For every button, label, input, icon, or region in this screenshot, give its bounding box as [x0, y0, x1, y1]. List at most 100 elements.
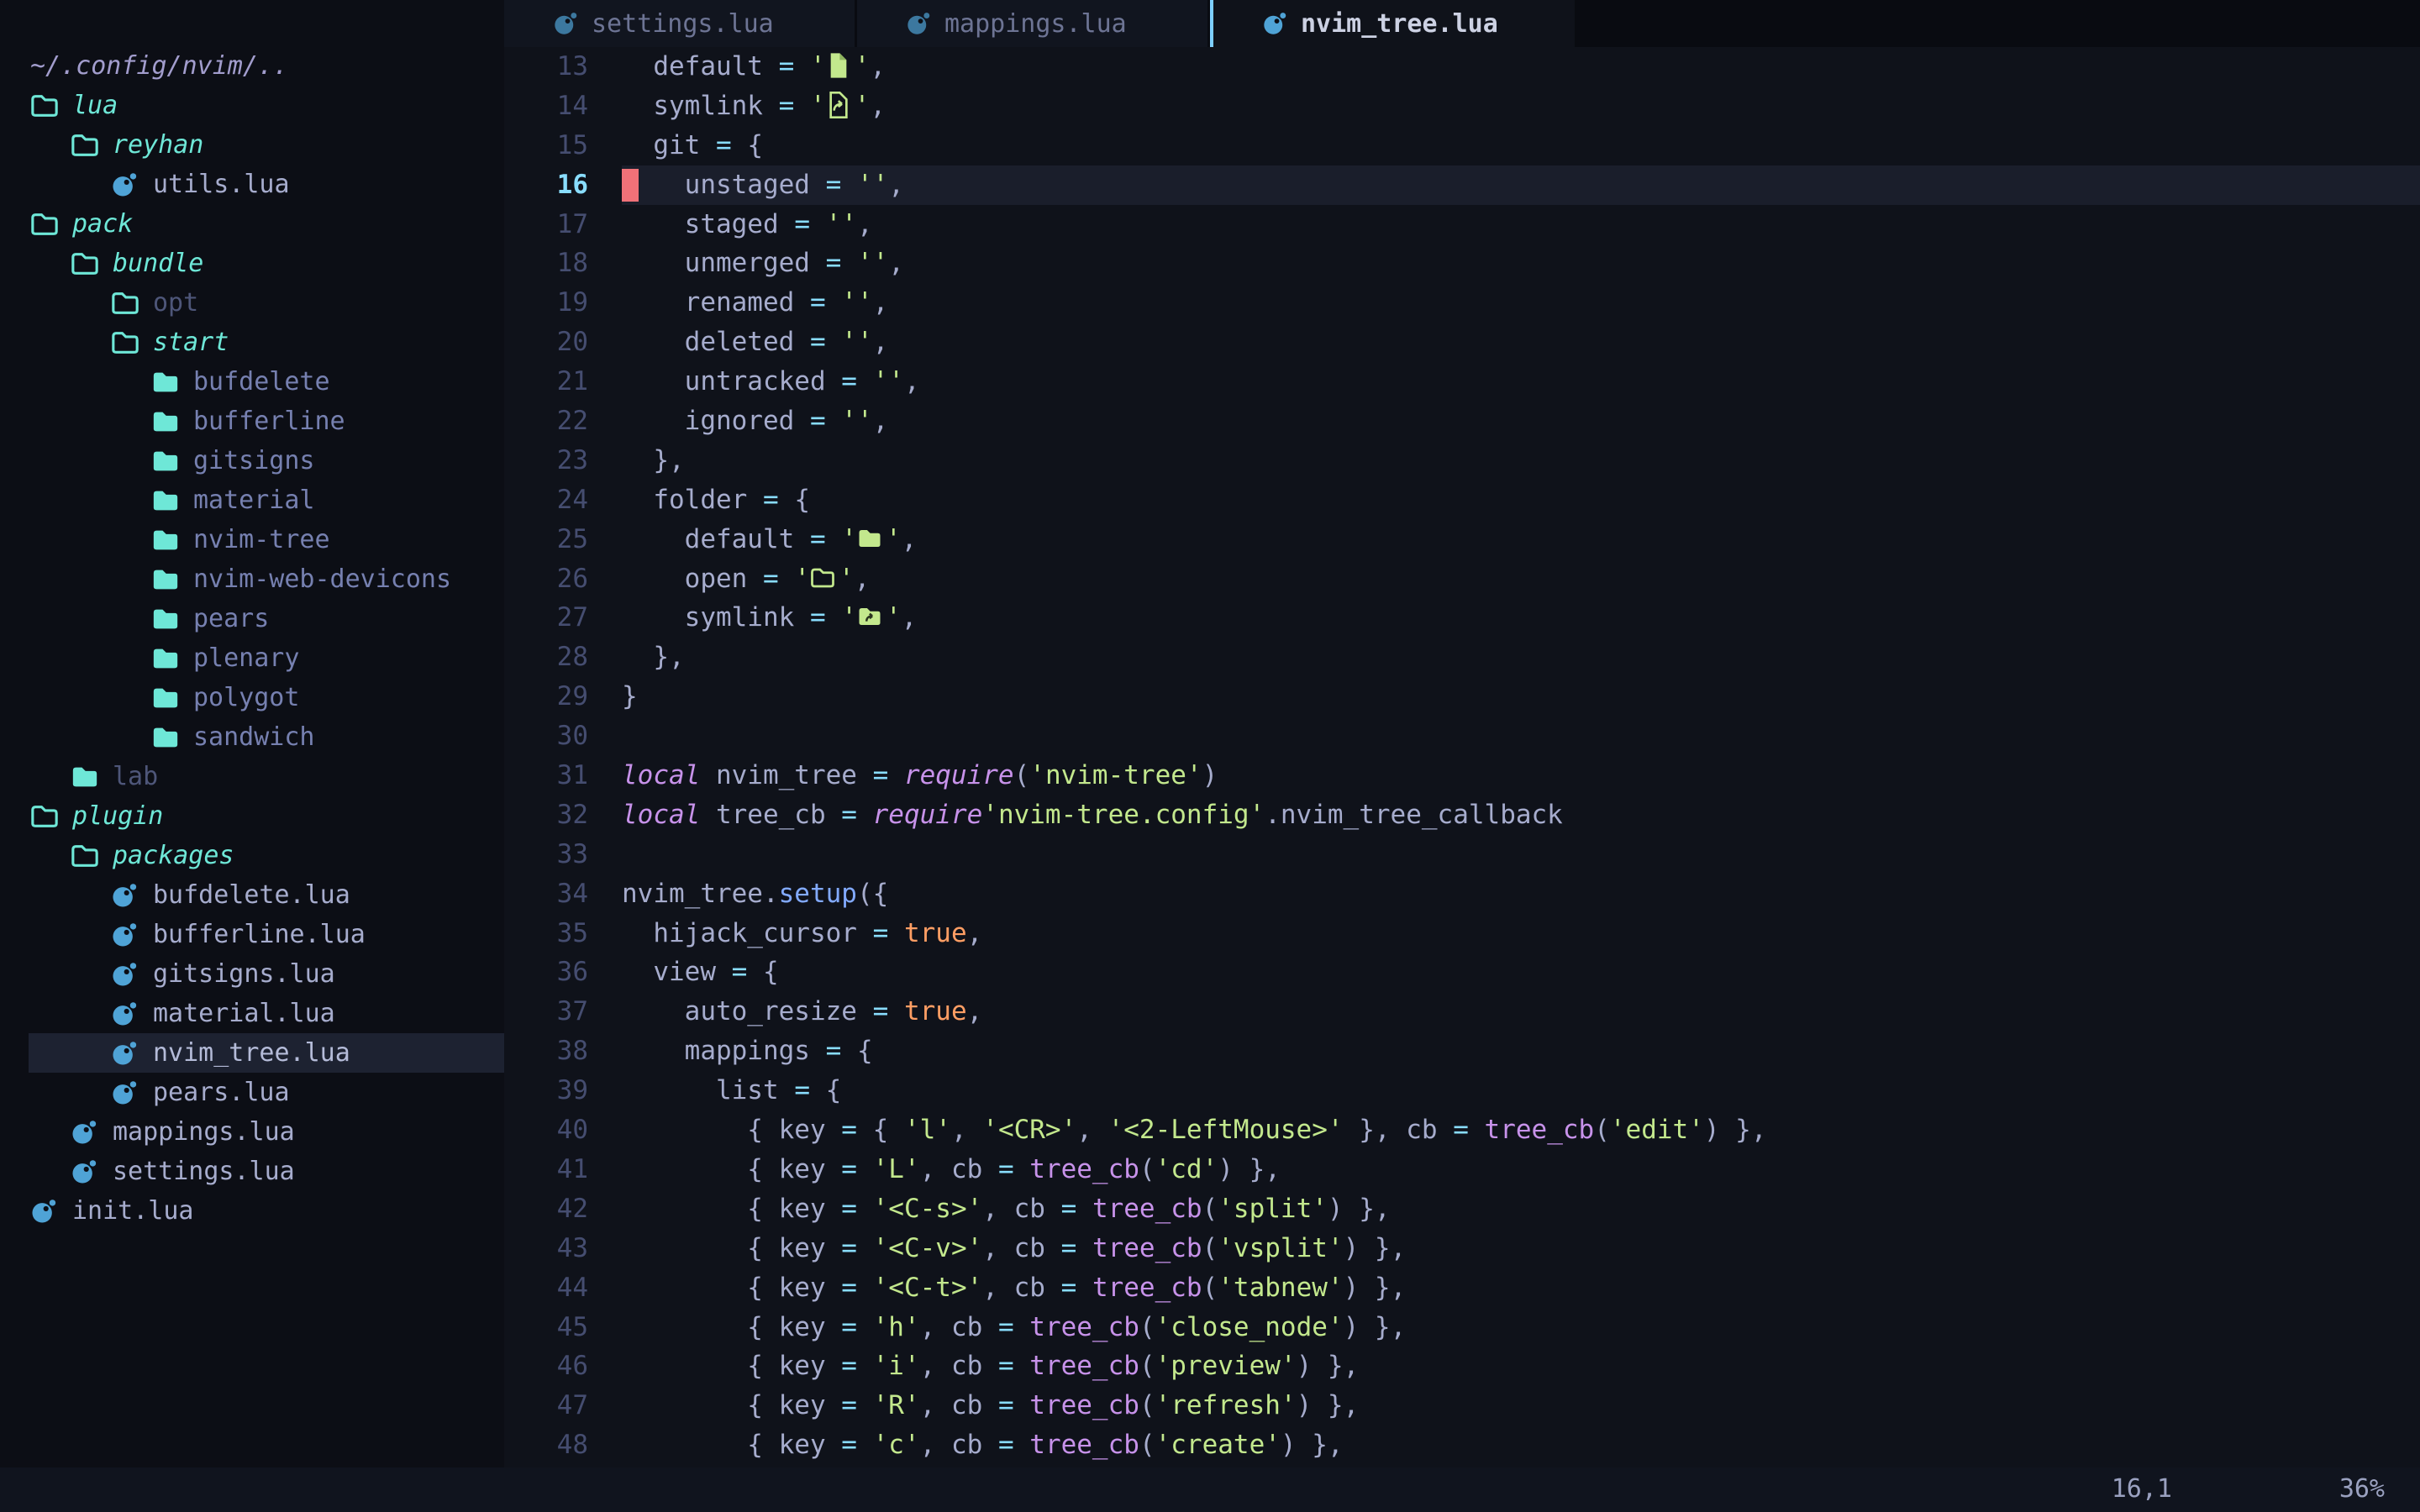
tree-item-bufdelete.lua[interactable]: bufdelete.lua — [0, 875, 504, 915]
code-line-29[interactable]: 29} — [504, 677, 2420, 717]
tab-mappings.lua[interactable]: mappings.lua — [857, 0, 1210, 47]
tree-item-settings.lua[interactable]: settings.lua — [0, 1152, 504, 1191]
token-op: = — [716, 130, 747, 160]
code-line-13[interactable]: 13 default = '', — [504, 47, 2420, 87]
line-number: 22 — [504, 402, 588, 441]
tree-item-mappings.lua[interactable]: mappings.lua — [0, 1112, 504, 1152]
tree-item-nvim-web-devicons[interactable]: nvim-web-devicons — [0, 559, 504, 599]
tree-item-bufferline[interactable]: bufferline — [0, 402, 504, 441]
code-line-18[interactable]: 18 unmerged = '', — [504, 244, 2420, 283]
tree-item-material[interactable]: material — [0, 480, 504, 520]
tree-item-material.lua[interactable]: material.lua — [0, 994, 504, 1033]
lua-file-icon — [111, 1077, 141, 1109]
line-text: staged = '', — [622, 205, 2420, 244]
token-op: = — [1061, 1273, 1092, 1303]
code-line-34[interactable]: 34nvim_tree.setup({ — [504, 874, 2420, 914]
tree-item-bufferline.lua[interactable]: bufferline.lua — [0, 915, 504, 954]
tree-item-gitsigns.lua[interactable]: gitsigns.lua — [0, 954, 504, 994]
code-line-32[interactable]: 32local tree_cb = require'nvim-tree.conf… — [504, 795, 2420, 835]
code-line-19[interactable]: 19 renamed = '', — [504, 283, 2420, 323]
code-line-31[interactable]: 31local nvim_tree = require('nvim-tree') — [504, 756, 2420, 795]
code-line-23[interactable]: 23 }, — [504, 441, 2420, 480]
code-line-40[interactable]: 40 { key = { 'l', '<CR>', '<2-LeftMouse>… — [504, 1110, 2420, 1150]
line-number: 16 — [504, 165, 588, 205]
tree-item-bundle[interactable]: bundle — [0, 244, 504, 283]
tree-item-lab[interactable]: lab — [0, 757, 504, 796]
scroll-percentage: 36% — [2339, 1474, 2385, 1504]
token-id: staged — [622, 209, 794, 239]
token-str: 'L' — [873, 1154, 920, 1184]
tree-item-polygot[interactable]: polygot — [0, 678, 504, 717]
token-id: { key — [622, 1233, 841, 1263]
tree-item-opt[interactable]: opt — [0, 283, 504, 323]
line-number: 47 — [504, 1386, 588, 1425]
token-id: unmerged — [622, 248, 826, 278]
tab-settings.lua[interactable]: settings.lua — [504, 0, 857, 47]
code-line-28[interactable]: 28 }, — [504, 638, 2420, 677]
token-str: '' — [841, 327, 872, 357]
tree-item-nvim-tree[interactable]: nvim-tree — [0, 520, 504, 559]
tab-nvim_tree.lua[interactable]: nvim_tree.lua — [1213, 0, 1575, 47]
tree-item-pears[interactable]: pears — [0, 599, 504, 638]
folder-open-icon — [30, 208, 60, 240]
lua-file-icon — [111, 998, 141, 1030]
code-line-20[interactable]: 20 deleted = '', — [504, 323, 2420, 362]
code-line-21[interactable]: 21 untracked = '', — [504, 362, 2420, 402]
token-str: 'preview' — [1155, 1351, 1297, 1381]
tree-item-plenary[interactable]: plenary — [0, 638, 504, 678]
folder-icon — [71, 761, 101, 793]
token-kw: require — [873, 800, 983, 830]
tree-item-bufdelete[interactable]: bufdelete — [0, 362, 504, 402]
tree-item-utils.lua[interactable]: utils.lua — [0, 165, 504, 204]
code-line-17[interactable]: 17 staged = '', — [504, 205, 2420, 244]
token-str: '' — [857, 170, 888, 200]
code-line-42[interactable]: 42 { key = '<C-s>', cb = tree_cb('split'… — [504, 1189, 2420, 1229]
tree-item-sandwich[interactable]: sandwich — [0, 717, 504, 757]
code-line-39[interactable]: 39 list = { — [504, 1071, 2420, 1110]
code-line-33[interactable]: 33 — [504, 835, 2420, 874]
tree-item-start[interactable]: start — [0, 323, 504, 362]
token-id: , — [888, 170, 904, 200]
code-line-48[interactable]: 48 { key = 'c', cb = tree_cb('create') }… — [504, 1425, 2420, 1465]
tree-item-gitsigns[interactable]: gitsigns — [0, 441, 504, 480]
code-line-25[interactable]: 25 default = '', — [504, 520, 2420, 559]
folder-icon — [151, 643, 182, 675]
token-id: open — [622, 564, 763, 594]
tree-item-reyhan[interactable]: reyhan — [0, 125, 504, 165]
code-line-38[interactable]: 38 mappings = { — [504, 1032, 2420, 1071]
token-id: folder — [622, 485, 763, 515]
token-id: ( — [1139, 1390, 1155, 1420]
tree-item-packages[interactable]: packages — [0, 836, 504, 875]
tree-item-nvim-tree.lua[interactable]: nvim_tree.lua — [0, 1033, 504, 1073]
code-line-47[interactable]: 47 { key = 'R', cb = tree_cb('refresh') … — [504, 1386, 2420, 1425]
code-line-46[interactable]: 46 { key = 'i', cb = tree_cb('preview') … — [504, 1347, 2420, 1386]
code-line-26[interactable]: 26 open = '', — [504, 559, 2420, 599]
code-line-45[interactable]: 45 { key = 'h', cb = tree_cb('close_node… — [504, 1308, 2420, 1347]
tree-item--.config-nvim-..[interactable]: ~/.config/nvim/.. — [0, 46, 504, 86]
line-number: 29 — [504, 677, 588, 717]
token-id: { — [747, 130, 763, 160]
tree-item-init.lua[interactable]: init.lua — [0, 1191, 504, 1231]
line-number: 37 — [504, 992, 588, 1032]
code-line-44[interactable]: 44 { key = '<C-t>', cb = tree_cb('tabnew… — [504, 1268, 2420, 1308]
code-line-22[interactable]: 22 ignored = '', — [504, 402, 2420, 441]
code-line-43[interactable]: 43 { key = '<C-v>', cb = tree_cb('vsplit… — [504, 1229, 2420, 1268]
token-id: ) }, — [1344, 1312, 1407, 1342]
token-id: ( — [1139, 1312, 1155, 1342]
tree-item-plugin[interactable]: plugin — [0, 796, 504, 836]
token-str: '' — [826, 209, 857, 239]
tree-item-lua[interactable]: lua — [0, 86, 504, 125]
tree-item-pears.lua[interactable]: pears.lua — [0, 1073, 504, 1112]
code-line-35[interactable]: 35 hijack_cursor = true, — [504, 914, 2420, 953]
code-line-30[interactable]: 30 — [504, 717, 2420, 756]
tree-item-pack[interactable]: pack — [0, 204, 504, 244]
code-line-15[interactable]: 15 git = { — [504, 126, 2420, 165]
code-line-37[interactable]: 37 auto_resize = true, — [504, 992, 2420, 1032]
lua-file-icon — [111, 169, 141, 201]
code-line-36[interactable]: 36 view = { — [504, 953, 2420, 992]
code-line-14[interactable]: 14 symlink = '', — [504, 87, 2420, 126]
code-line-27[interactable]: 27 symlink = '', — [504, 598, 2420, 638]
code-line-41[interactable]: 41 { key = 'L', cb = tree_cb('cd') }, — [504, 1150, 2420, 1189]
code-line-16[interactable]: 16 unstaged = '', — [504, 165, 2420, 205]
code-line-24[interactable]: 24 folder = { — [504, 480, 2420, 520]
